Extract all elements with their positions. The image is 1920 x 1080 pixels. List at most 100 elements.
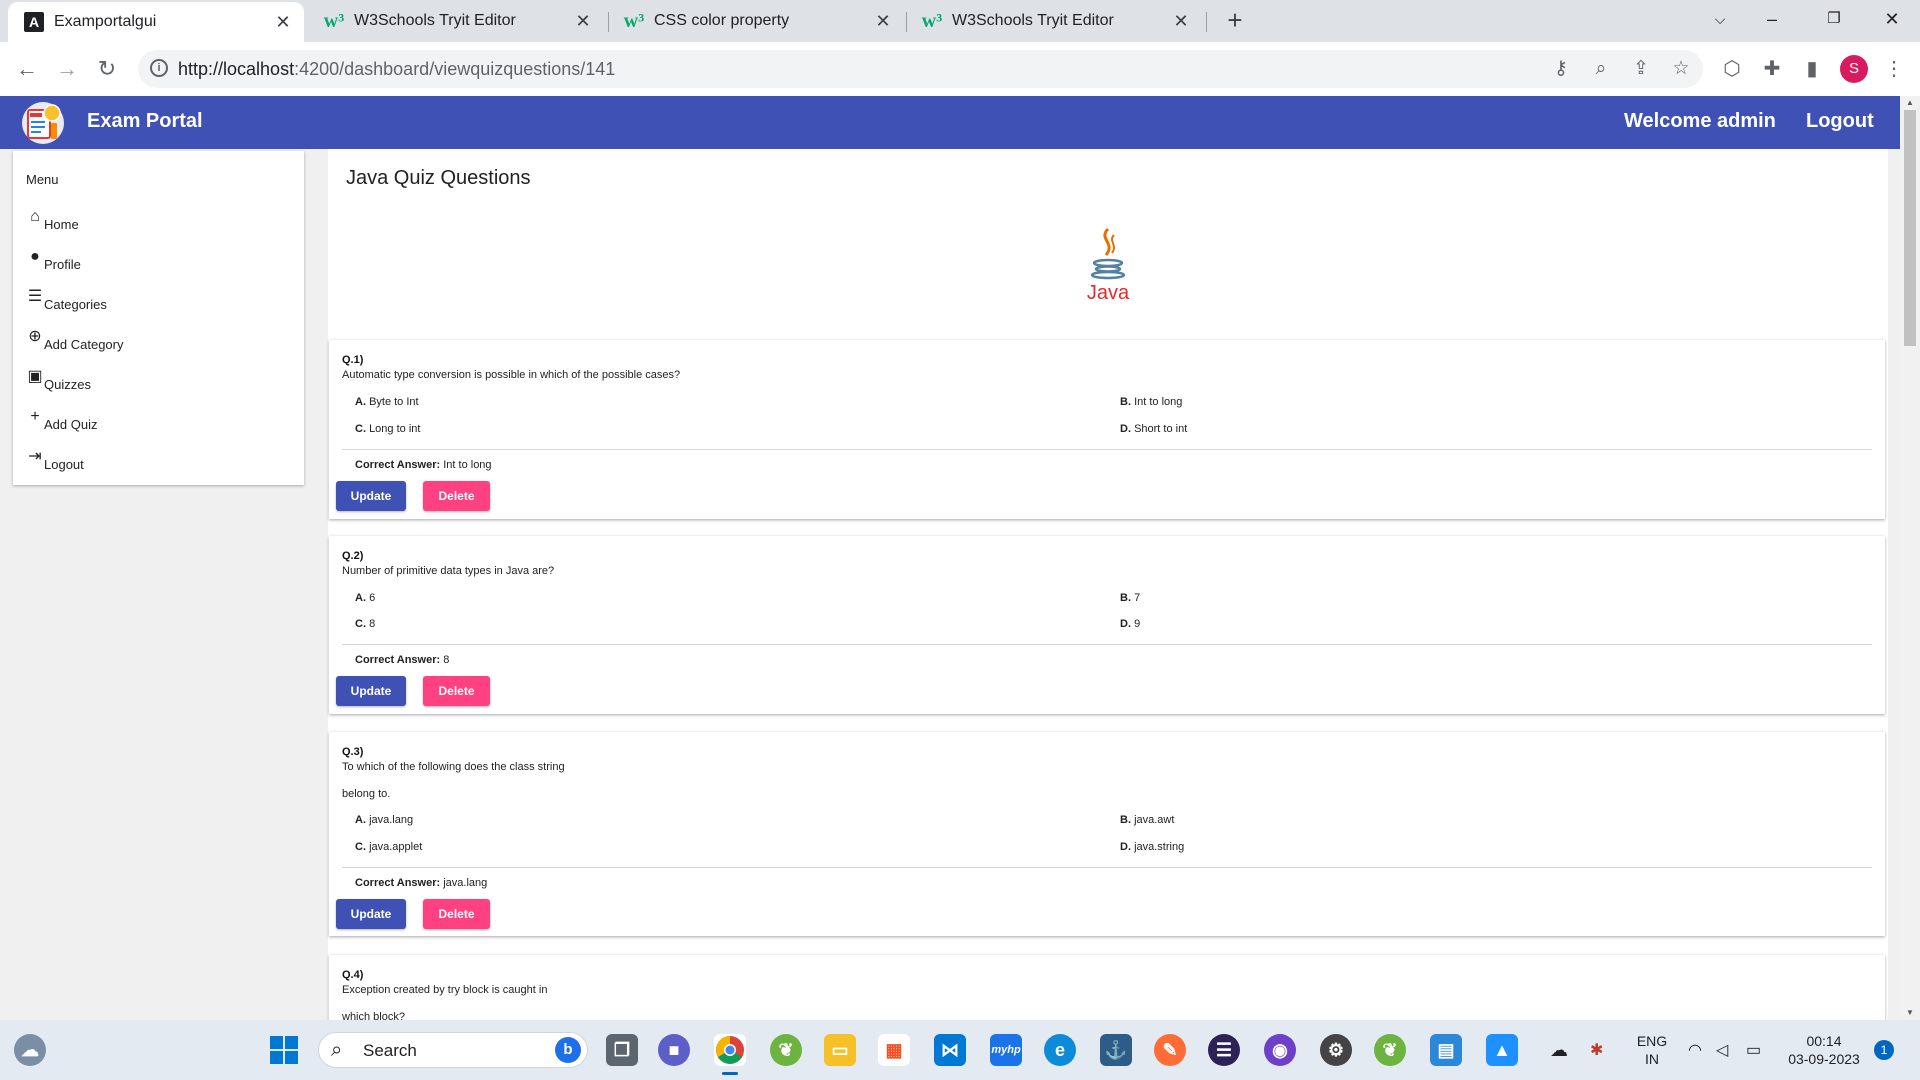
windows-start-icon[interactable] — [268, 1034, 300, 1066]
question-number: Q.4) — [342, 969, 364, 981]
mysql-workbench-icon[interactable]: ⚓ — [1100, 1034, 1132, 1066]
option-key: D. — [1120, 841, 1131, 853]
bing-icon[interactable]: b — [555, 1037, 581, 1063]
microsoft-store-icon[interactable]: ▦ — [878, 1034, 910, 1066]
sidebar-item-home[interactable]: ⌂ Home — [26, 208, 79, 232]
option-key: C. — [355, 841, 366, 853]
spring-boot-icon[interactable]: ❦ — [1374, 1034, 1406, 1066]
extensions-puzzle-icon[interactable]: ✚ — [1758, 55, 1786, 83]
sidebar-item-categories[interactable]: ☰ Categories — [26, 288, 107, 312]
teams-chat-icon[interactable]: ■ — [658, 1034, 690, 1066]
brand-title[interactable]: Exam Portal — [87, 110, 203, 133]
restore-button[interactable]: ❐ — [1814, 0, 1854, 40]
welcome-text[interactable]: Welcome admin — [1624, 110, 1776, 133]
weather-icon[interactable]: ☁ — [14, 1034, 46, 1066]
tab-examportalgui[interactable]: A Examportalgui ✕ — [8, 2, 304, 42]
update-button[interactable]: Update — [336, 676, 406, 706]
photos-icon[interactable]: ▲ — [1486, 1034, 1518, 1066]
battery-icon[interactable]: ▭ — [1746, 1040, 1761, 1060]
key-icon[interactable]: ⚷ — [1548, 56, 1574, 82]
github-desktop-icon[interactable]: ◉ — [1264, 1034, 1296, 1066]
question-text-line-2: belong to. — [342, 788, 391, 800]
close-icon[interactable]: ✕ — [1170, 11, 1192, 32]
back-button[interactable]: ← — [12, 54, 42, 84]
correct-answer-value: 8 — [443, 654, 450, 666]
correct-answer-label: Correct Answer: — [355, 654, 441, 666]
sidebar-item-label: Home — [44, 217, 79, 232]
profile-avatar[interactable]: S — [1840, 55, 1868, 83]
side-panel-icon[interactable]: ▮ — [1798, 55, 1826, 83]
tab-w3schools-tryit-1[interactable]: w³ W3Schools Tryit Editor ✕ — [308, 0, 604, 42]
sidebar-item-add-category[interactable]: ⊕ Add Category — [26, 328, 123, 352]
reload-button[interactable]: ↻ — [92, 54, 122, 84]
notification-badge[interactable]: 1 — [1874, 1040, 1894, 1060]
tab-w3schools-tryit-2[interactable]: w³ W3Schools Tryit Editor ✕ — [906, 0, 1202, 42]
onedrive-icon[interactable]: ☁ — [1550, 1040, 1568, 1061]
file-explorer-icon[interactable]: ▭ — [824, 1034, 856, 1066]
exam-logo-icon[interactable] — [20, 101, 66, 145]
sidebar-item-add-quiz[interactable]: + Add Quiz — [26, 408, 97, 432]
close-icon[interactable]: ✕ — [572, 11, 594, 32]
tab-search-chevron-icon[interactable]: ⌵ — [1700, 0, 1740, 40]
sidebar-item-logout[interactable]: ⇥ Logout — [26, 448, 83, 472]
option-value: java.awt — [1134, 814, 1175, 826]
tab-title: Examportalgui — [54, 13, 157, 30]
task-view-icon[interactable]: ❐ — [606, 1034, 638, 1066]
sidebar-item-profile[interactable]: ● Profile — [26, 248, 81, 272]
delete-button[interactable]: Delete — [423, 899, 490, 929]
scroll-down-icon[interactable]: ▼ — [1900, 1006, 1920, 1020]
java-logo-text: Java — [1087, 282, 1130, 304]
browser-tab-bar: A Examportalgui ✕ w³ W3Schools Tryit Edi… — [0, 0, 1920, 42]
question-number: Q.2) — [342, 550, 364, 562]
postman-icon[interactable]: ✎ — [1154, 1034, 1186, 1066]
myhp-icon[interactable]: myhp — [990, 1034, 1022, 1066]
tray-app-icon[interactable]: ✱ — [1590, 1040, 1603, 1060]
forward-button[interactable]: → — [52, 54, 82, 84]
menu-kebab-icon[interactable]: ⋮ — [1880, 55, 1908, 83]
url-text[interactable]: http://localhost:4200/dashboard/viewquiz… — [178, 59, 615, 80]
wifi-icon[interactable]: ◠ — [1688, 1040, 1702, 1060]
notepad-icon[interactable]: ▤ — [1430, 1034, 1462, 1066]
correct-answer: Correct Answer: 8 — [355, 654, 449, 666]
delete-button[interactable]: Delete — [423, 676, 490, 706]
extension-cube-icon[interactable]: ⬡ — [1718, 55, 1746, 83]
option-key: A. — [355, 592, 366, 604]
volume-icon[interactable]: ◁ — [1716, 1040, 1728, 1060]
taskbar-search[interactable]: ⌕ Search b — [318, 1032, 588, 1068]
share-icon[interactable]: ⇪ — [1628, 56, 1654, 82]
spring-tools-icon[interactable]: ❦ — [770, 1034, 802, 1066]
vscode-icon[interactable]: ⋈ — [934, 1034, 966, 1066]
minimize-button[interactable]: – — [1752, 0, 1792, 40]
update-button[interactable]: Update — [336, 899, 406, 929]
option-d: D. Short to int — [1120, 423, 1187, 435]
tab-css-color-property[interactable]: w³ CSS color property ✕ — [608, 0, 904, 42]
page-scrollbar[interactable]: ▲ ▼ — [1900, 96, 1920, 1020]
header-logout-link[interactable]: Logout — [1806, 110, 1874, 133]
close-window-button[interactable]: ✕ — [1872, 0, 1912, 40]
sidebar-item-label: Quizzes — [44, 377, 91, 392]
address-bar[interactable]: i http://localhost:4200/dashboard/viewqu… — [138, 50, 1703, 88]
delete-button[interactable]: Delete — [423, 481, 490, 511]
edge-icon[interactable]: e — [1044, 1034, 1076, 1066]
update-button[interactable]: Update — [336, 481, 406, 511]
site-info-icon[interactable]: i — [150, 59, 168, 77]
chrome-icon[interactable] — [714, 1034, 746, 1066]
language-indicator[interactable]: ENG IN — [1632, 1032, 1672, 1068]
scroll-up-icon[interactable]: ▲ — [1900, 96, 1920, 110]
close-icon[interactable]: ✕ — [272, 12, 294, 33]
eclipse-icon[interactable]: ☰ — [1208, 1034, 1240, 1066]
option-a: A. Byte to Int — [355, 396, 419, 408]
zoom-icon[interactable]: ⌕ — [1588, 56, 1614, 82]
sidebar-item-quizzes[interactable]: ▣ Quizzes — [26, 368, 91, 392]
star-icon[interactable]: ☆ — [1668, 56, 1694, 82]
active-app-indicator — [722, 1072, 738, 1075]
clock-date: 03-09-2023 — [1788, 1051, 1860, 1067]
close-icon[interactable]: ✕ — [872, 11, 894, 32]
settings-gear-icon[interactable]: ⚙ — [1320, 1034, 1352, 1066]
question-text: Automatic type conversion is possible in… — [342, 369, 681, 381]
menu-title: Menu — [26, 172, 59, 187]
scroll-thumb[interactable] — [1904, 110, 1916, 346]
new-tab-button[interactable]: + — [1222, 7, 1248, 34]
option-value: java.string — [1134, 841, 1185, 853]
clock[interactable]: 00:14 03-09-2023 — [1784, 1032, 1864, 1068]
